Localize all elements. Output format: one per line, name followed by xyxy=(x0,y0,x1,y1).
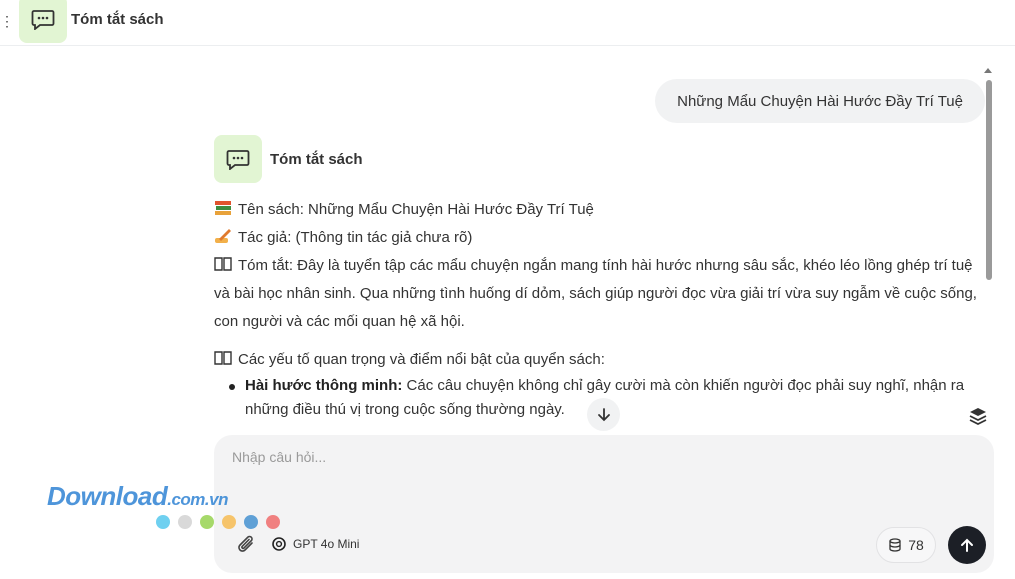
writing-hand-icon xyxy=(215,229,231,243)
highlights-heading: Các yếu tố quan trọng và điểm nổi bật củ… xyxy=(214,346,986,374)
watermark-logo: Download.com.vn xyxy=(47,481,228,511)
watermark-dots xyxy=(156,515,280,529)
credits-count: 78 xyxy=(908,537,924,553)
watermark-dot xyxy=(156,515,170,529)
menu-icon[interactable]: ⋮ xyxy=(0,13,14,30)
scroll-up-arrow[interactable] xyxy=(984,68,992,73)
coins-icon xyxy=(889,538,901,552)
arrow-up-icon xyxy=(961,538,973,552)
page-title: Tóm tắt sách xyxy=(71,11,164,28)
chat-bubble-icon xyxy=(226,150,250,170)
watermark-dot xyxy=(178,515,192,529)
top-bar: ⋮ Tóm tắt sách xyxy=(0,0,1015,46)
assistant-name: Tóm tắt sách xyxy=(270,151,363,168)
summary-line: Tóm tắt: Đây là tuyển tập các mẩu chuyện… xyxy=(214,257,977,330)
scrollbar-thumb[interactable] xyxy=(986,80,992,280)
books-icon xyxy=(215,201,231,215)
composer: GPT 4o Mini 78 xyxy=(214,435,994,573)
question-input[interactable] xyxy=(232,449,832,465)
scroll-to-bottom-button[interactable] xyxy=(587,398,620,431)
open-book-icon xyxy=(214,257,232,271)
model-selector[interactable]: GPT 4o Mini xyxy=(271,536,359,552)
watermark-dot xyxy=(266,515,280,529)
send-button[interactable] xyxy=(948,526,986,564)
watermark-dot xyxy=(200,515,214,529)
credits-badge[interactable]: 78 xyxy=(876,527,936,563)
chat-bubble-icon xyxy=(31,10,55,30)
layers-icon[interactable] xyxy=(968,406,988,426)
openai-icon xyxy=(272,537,286,551)
open-book-icon xyxy=(214,351,232,365)
paperclip-icon[interactable] xyxy=(236,534,258,556)
watermark-dot xyxy=(222,515,236,529)
arrow-down-icon xyxy=(597,407,610,421)
author-line: Tác giả: (Thông tin tác giả chưa rõ) xyxy=(214,224,986,252)
book-title-line: Tên sách: Những Mẩu Chuyện Hài Hước Đầy … xyxy=(214,196,986,224)
watermark-dot xyxy=(244,515,258,529)
assistant-avatar xyxy=(214,135,262,183)
model-label: GPT 4o Mini xyxy=(293,537,360,551)
bot-avatar xyxy=(19,0,67,43)
user-message-bubble: Những Mẩu Chuyện Hài Hước Đầy Trí Tuệ xyxy=(655,79,985,123)
